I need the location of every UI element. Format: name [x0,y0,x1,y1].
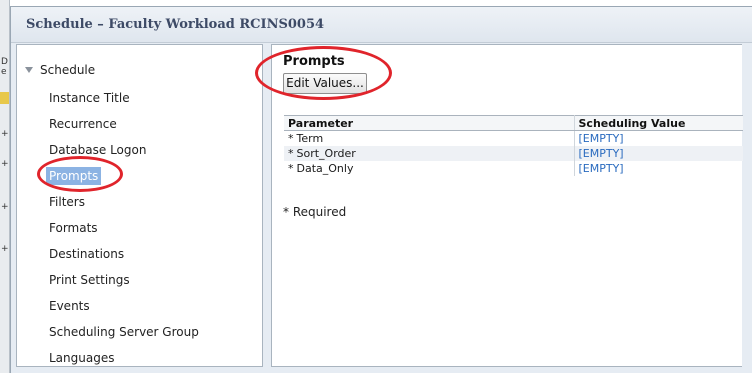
nav-item-label: Formats [49,221,98,235]
background-highlight [0,92,9,104]
parameter-cell: * Data_Only [284,160,575,176]
nav-item-instance-title[interactable]: Instance Title [49,87,202,113]
required-note: * Required [283,205,347,219]
dialog-title-bar: Schedule – Faculty Workload RCINS0054 [11,7,752,43]
nav-item-label: Print Settings [49,273,130,287]
nav-root-schedule[interactable]: Schedule [25,62,95,78]
collapse-triangle-icon[interactable] [25,67,33,73]
nav-item-label: Instance Title [49,91,130,105]
parameters-table: Parameter Scheduling Value * Term [EMPTY]… [284,115,743,176]
nav-item-label: Events [49,299,90,313]
nav-item-label: Database Logon [49,143,147,157]
nav-list: Instance Title Recurrence Database Logon… [46,87,202,373]
scheduling-value-link[interactable]: [EMPTY] [579,147,624,160]
table-row: * Term [EMPTY] [284,130,743,146]
background-window-edge: D e + + + + [0,0,10,373]
schedule-nav-panel: Schedule Instance Title Recurrence Datab… [16,44,263,367]
nav-item-filters[interactable]: Filters [49,191,202,217]
required-marker: * [288,131,294,145]
value-cell: [EMPTY] [574,161,743,176]
parameter-cell: * Sort_Order [284,145,575,161]
background-glyph: D [1,57,8,67]
background-glyph: e [1,67,7,77]
nav-item-label: Filters [49,195,85,209]
parameter-name: Data_Only [296,161,354,175]
nav-item-label: Destinations [49,247,125,261]
background-glyph: + [1,202,9,212]
nav-item-recurrence[interactable]: Recurrence [49,113,202,139]
nav-item-events[interactable]: Events [49,295,202,321]
dialog-title: Schedule – Faculty Workload RCINS0054 [26,17,325,32]
nav-item-formats[interactable]: Formats [49,217,202,243]
parameter-name: Term [296,131,324,145]
table-header-row: Parameter Scheduling Value [284,115,743,131]
value-cell: [EMPTY] [574,131,743,146]
nav-item-label: Languages [49,351,115,365]
background-glyph: + [1,244,9,254]
column-header-scheduling-value: Scheduling Value [574,115,743,131]
value-cell: [EMPTY] [574,145,743,161]
parameter-name: Sort_Order [296,146,356,160]
edit-values-button[interactable]: Edit Values... [283,73,367,94]
nav-item-label: Prompts [46,167,102,185]
nav-item-database-logon[interactable]: Database Logon [49,139,202,165]
prompts-heading: Prompts [283,54,345,69]
nav-item-prompts[interactable]: Prompts [46,165,202,191]
scheduling-value-link[interactable]: [EMPTY] [579,132,624,145]
prompts-content-panel: Prompts Edit Values... Parameter Schedul… [271,44,743,367]
column-header-parameter: Parameter [284,115,575,131]
nav-item-print-settings[interactable]: Print Settings [49,269,202,295]
nav-item-languages[interactable]: Languages [49,347,202,373]
parameter-cell: * Term [284,130,575,146]
background-glyph: + [1,129,9,139]
table-row: * Sort_Order [EMPTY] [284,145,743,161]
table-row: * Data_Only [EMPTY] [284,160,743,176]
nav-item-label: Scheduling Server Group [49,325,199,339]
required-marker: * [288,161,294,175]
nav-item-label: Recurrence [49,117,117,131]
nav-root-label: Schedule [40,63,96,77]
scheduling-value-link[interactable]: [EMPTY] [579,162,624,175]
nav-item-scheduling-server-group[interactable]: Scheduling Server Group [49,321,202,347]
nav-item-destinations[interactable]: Destinations [49,243,202,269]
required-marker: * [288,146,294,160]
background-glyph: + [1,159,9,169]
